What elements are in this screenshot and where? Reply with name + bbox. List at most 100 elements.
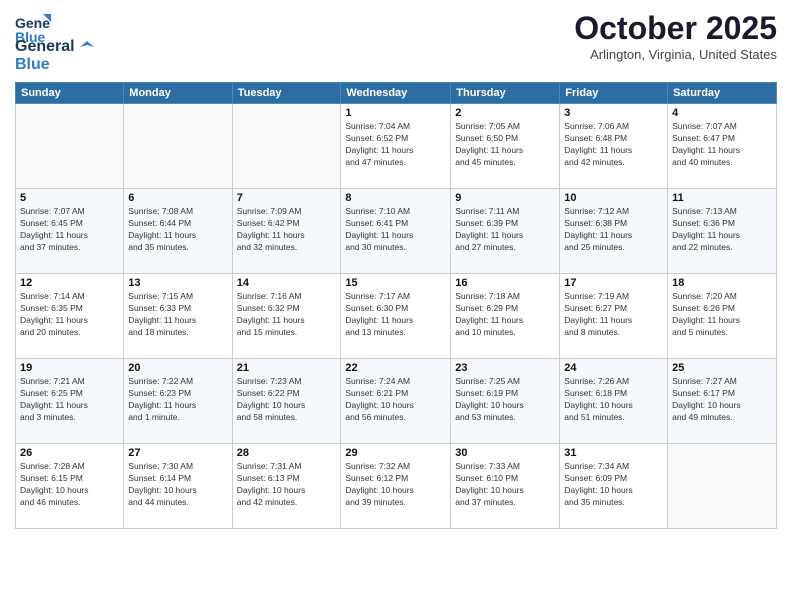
- calendar-cell: 14Sunrise: 7:16 AM Sunset: 6:32 PM Dayli…: [232, 274, 341, 359]
- day-number: 4: [672, 107, 772, 119]
- day-number: 29: [345, 447, 446, 459]
- day-number: 5: [20, 192, 119, 204]
- day-info: Sunrise: 7:25 AM Sunset: 6:19 PM Dayligh…: [455, 376, 555, 424]
- calendar-cell: 2 Sunrise: 7:05 AM Sunset: 6:50 PM Daylig…: [451, 104, 560, 189]
- calendar-cell: 29 Sunrise: 7:32 AM Sunset: 6:12 PM Dayli…: [341, 444, 451, 529]
- day-number: 20: [128, 362, 227, 374]
- weekday-header-wednesday: Wednesday: [341, 83, 451, 104]
- weekday-header-friday: Friday: [560, 83, 668, 104]
- day-number: 18: [672, 277, 772, 289]
- calendar-cell: 13Sunrise: 7:15 AM Sunset: 6:33 PM Dayli…: [124, 274, 232, 359]
- calendar-cell: 8 Sunrise: 7:10 AM Sunset: 6:41 PM Daylig…: [341, 189, 451, 274]
- day-info: Sunrise: 7:27 AM Sunset: 6:17 PM Dayligh…: [672, 376, 772, 424]
- day-info: Sunrise: 7:20 AM Sunset: 6:26 PM Dayligh…: [672, 291, 772, 339]
- day-info: Sunrise: 7:11 AM Sunset: 6:39 PM Dayligh…: [455, 206, 555, 254]
- calendar-cell: [232, 104, 341, 189]
- day-number: 30: [455, 447, 555, 459]
- day-info: Sunrise: 7:05 AM Sunset: 6:50 PM Dayligh…: [455, 121, 555, 169]
- calendar-cell: 4 Sunrise: 7:07 AM Sunset: 6:47 PM Daylig…: [668, 104, 777, 189]
- day-info: Sunrise: 7:18 AM Sunset: 6:29 PM Dayligh…: [455, 291, 555, 339]
- month-title: October 2025: [574, 10, 777, 47]
- day-number: 10: [564, 192, 663, 204]
- calendar-cell: 1 Sunrise: 7:04 AM Sunset: 6:52 PM Daylig…: [341, 104, 451, 189]
- calendar-week-1: 1 Sunrise: 7:04 AM Sunset: 6:52 PM Daylig…: [16, 104, 777, 189]
- day-info: Sunrise: 7:06 AM Sunset: 6:48 PM Dayligh…: [564, 121, 663, 169]
- calendar-week-5: 26 Sunrise: 7:28 AM Sunset: 6:15 PM Dayli…: [16, 444, 777, 529]
- page-container: General Blue General Blue October 2025 A…: [0, 0, 792, 612]
- logo-bird-icon: [80, 41, 94, 53]
- calendar-cell: 12Sunrise: 7:14 AM Sunset: 6:35 PM Dayli…: [16, 274, 124, 359]
- day-info: Sunrise: 7:21 AM Sunset: 6:25 PM Dayligh…: [20, 376, 119, 424]
- day-number: 6: [128, 192, 227, 204]
- day-number: 13: [128, 277, 227, 289]
- calendar-cell: 31 Sunrise: 7:34 AM Sunset: 6:09 PM Dayli…: [560, 444, 668, 529]
- calendar-cell: 19 Sunrise: 7:21 AM Sunset: 6:25 PM Dayli…: [16, 359, 124, 444]
- calendar-cell: 6 Sunrise: 7:08 AM Sunset: 6:44 PM Daylig…: [124, 189, 232, 274]
- day-number: 2: [455, 107, 555, 119]
- calendar-cell: [668, 444, 777, 529]
- day-info: Sunrise: 7:17 AM Sunset: 6:30 PM Dayligh…: [345, 291, 446, 339]
- calendar-cell: 24 Sunrise: 7:26 AM Sunset: 6:18 PM Dayli…: [560, 359, 668, 444]
- calendar-week-2: 5 Sunrise: 7:07 AM Sunset: 6:45 PM Daylig…: [16, 189, 777, 274]
- day-number: 26: [20, 447, 119, 459]
- page-header: General Blue General Blue October 2025 A…: [15, 10, 777, 74]
- day-number: 8: [345, 192, 446, 204]
- day-number: 22: [345, 362, 446, 374]
- day-info: Sunrise: 7:12 AM Sunset: 6:38 PM Dayligh…: [564, 206, 663, 254]
- day-info: Sunrise: 7:07 AM Sunset: 6:47 PM Dayligh…: [672, 121, 772, 169]
- day-number: 23: [455, 362, 555, 374]
- logo-general: General: [15, 38, 75, 55]
- logo-blue: Blue: [15, 56, 50, 73]
- day-info: Sunrise: 7:24 AM Sunset: 6:21 PM Dayligh…: [345, 376, 446, 424]
- day-info: Sunrise: 7:34 AM Sunset: 6:09 PM Dayligh…: [564, 461, 663, 509]
- calendar-cell: 20Sunrise: 7:22 AM Sunset: 6:23 PM Dayli…: [124, 359, 232, 444]
- day-info: Sunrise: 7:04 AM Sunset: 6:52 PM Dayligh…: [345, 121, 446, 169]
- calendar-cell: [124, 104, 232, 189]
- day-number: 28: [237, 447, 337, 459]
- day-number: 31: [564, 447, 663, 459]
- day-info: Sunrise: 7:32 AM Sunset: 6:12 PM Dayligh…: [345, 461, 446, 509]
- day-number: 7: [237, 192, 337, 204]
- weekday-header-tuesday: Tuesday: [232, 83, 341, 104]
- calendar-cell: 18 Sunrise: 7:20 AM Sunset: 6:26 PM Dayli…: [668, 274, 777, 359]
- day-info: Sunrise: 7:26 AM Sunset: 6:18 PM Dayligh…: [564, 376, 663, 424]
- calendar-cell: 17Sunrise: 7:19 AM Sunset: 6:27 PM Dayli…: [560, 274, 668, 359]
- calendar-cell: 22 Sunrise: 7:24 AM Sunset: 6:21 PM Dayli…: [341, 359, 451, 444]
- day-number: 9: [455, 192, 555, 204]
- day-number: 1: [345, 107, 446, 119]
- calendar-cell: 28 Sunrise: 7:31 AM Sunset: 6:13 PM Dayli…: [232, 444, 341, 529]
- calendar-cell: 3Sunrise: 7:06 AM Sunset: 6:48 PM Daylig…: [560, 104, 668, 189]
- weekday-header-thursday: Thursday: [451, 83, 560, 104]
- day-info: Sunrise: 7:23 AM Sunset: 6:22 PM Dayligh…: [237, 376, 337, 424]
- calendar-week-4: 19 Sunrise: 7:21 AM Sunset: 6:25 PM Dayli…: [16, 359, 777, 444]
- day-info: Sunrise: 7:08 AM Sunset: 6:44 PM Dayligh…: [128, 206, 227, 254]
- day-info: Sunrise: 7:10 AM Sunset: 6:41 PM Dayligh…: [345, 206, 446, 254]
- calendar-cell: 27Sunrise: 7:30 AM Sunset: 6:14 PM Dayli…: [124, 444, 232, 529]
- calendar-cell: 7 Sunrise: 7:09 AM Sunset: 6:42 PM Daylig…: [232, 189, 341, 274]
- day-number: 19: [20, 362, 119, 374]
- calendar-cell: 9 Sunrise: 7:11 AM Sunset: 6:39 PM Daylig…: [451, 189, 560, 274]
- calendar-cell: 16Sunrise: 7:18 AM Sunset: 6:29 PM Dayli…: [451, 274, 560, 359]
- weekday-header-saturday: Saturday: [668, 83, 777, 104]
- day-info: Sunrise: 7:30 AM Sunset: 6:14 PM Dayligh…: [128, 461, 227, 509]
- day-number: 21: [237, 362, 337, 374]
- day-info: Sunrise: 7:19 AM Sunset: 6:27 PM Dayligh…: [564, 291, 663, 339]
- calendar-cell: 10 Sunrise: 7:12 AM Sunset: 6:38 PM Dayli…: [560, 189, 668, 274]
- weekday-header-sunday: Sunday: [16, 83, 124, 104]
- calendar-cell: [16, 104, 124, 189]
- calendar-cell: 30Sunrise: 7:33 AM Sunset: 6:10 PM Dayli…: [451, 444, 560, 529]
- day-number: 14: [237, 277, 337, 289]
- day-number: 24: [564, 362, 663, 374]
- day-info: Sunrise: 7:07 AM Sunset: 6:45 PM Dayligh…: [20, 206, 119, 254]
- day-info: Sunrise: 7:13 AM Sunset: 6:36 PM Dayligh…: [672, 206, 772, 254]
- calendar-header-row: SundayMondayTuesdayWednesdayThursdayFrid…: [16, 83, 777, 104]
- day-info: Sunrise: 7:14 AM Sunset: 6:35 PM Dayligh…: [20, 291, 119, 339]
- calendar-cell: 26 Sunrise: 7:28 AM Sunset: 6:15 PM Dayli…: [16, 444, 124, 529]
- day-info: Sunrise: 7:28 AM Sunset: 6:15 PM Dayligh…: [20, 461, 119, 509]
- calendar-table: SundayMondayTuesdayWednesdayThursdayFrid…: [15, 82, 777, 529]
- day-info: Sunrise: 7:09 AM Sunset: 6:42 PM Dayligh…: [237, 206, 337, 254]
- day-info: Sunrise: 7:31 AM Sunset: 6:13 PM Dayligh…: [237, 461, 337, 509]
- location: Arlington, Virginia, United States: [574, 47, 777, 62]
- calendar-cell: 5 Sunrise: 7:07 AM Sunset: 6:45 PM Daylig…: [16, 189, 124, 274]
- weekday-header-monday: Monday: [124, 83, 232, 104]
